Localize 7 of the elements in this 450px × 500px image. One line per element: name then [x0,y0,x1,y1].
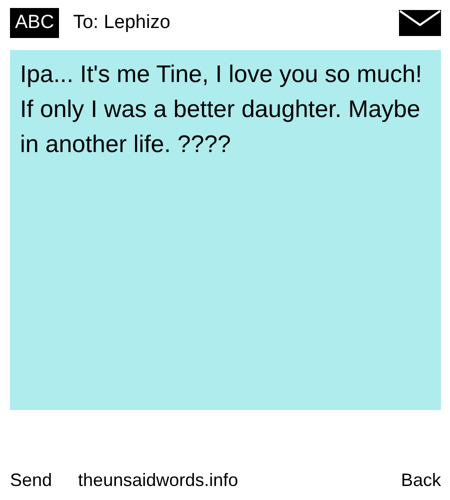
recipient-label: To: Lephizo [73,12,172,34]
back-softkey[interactable]: Back [400,470,441,491]
input-mode-label: ABC [10,8,60,38]
send-softkey[interactable]: Send [10,470,52,491]
message-text[interactable]: Ipa... It's me Tine, I love you so much! If only I was a better daughter. Maybe in another life. ???? [10,50,441,410]
website-label: theunsaidwords.info [78,470,240,491]
envelope-icon [399,10,441,36]
